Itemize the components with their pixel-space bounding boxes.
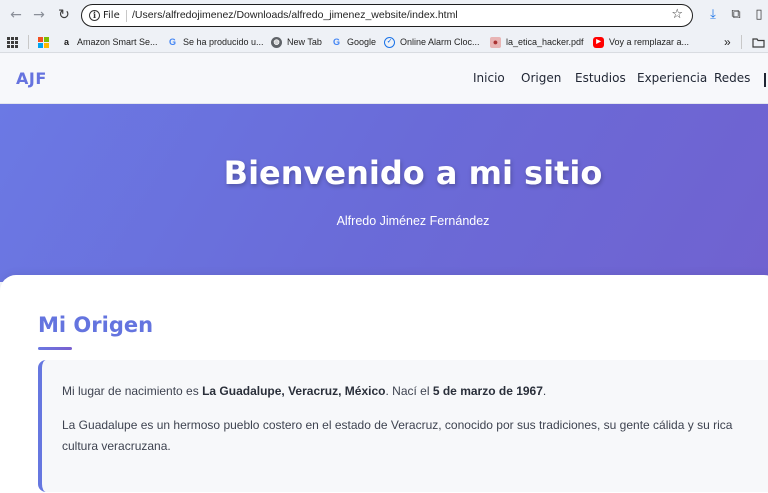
hero-banner: Bienvenido a mi sitio Alfredo Jiménez Fe… (0, 104, 768, 282)
bookmark-divider (28, 35, 29, 49)
forward-arrow-icon[interactable]: → (30, 6, 48, 24)
address-bar[interactable]: i File /Users/alfredojimenez/Downloads/a… (81, 4, 693, 27)
origen-paragraph-2: La Guadalupe es un hermoso pueblo coster… (62, 415, 732, 457)
bookmark-star-icon[interactable]: ☆ (671, 7, 683, 23)
reload-icon[interactable]: ↻ (55, 6, 73, 24)
nav-estudios[interactable]: Estudios (575, 71, 626, 85)
bookmark-label: Voy a remplazar a... (609, 37, 690, 47)
bookmark-divider (741, 35, 742, 49)
section-title: Mi Origen (38, 313, 154, 337)
bookmark-label: Amazon Smart Se... (77, 37, 158, 47)
bookmark-label: Se ha producido u... (183, 37, 264, 47)
origen-text-box: Mi lugar de nacimiento es La Guadalupe, … (38, 360, 768, 492)
bookmark-google[interactable]: G Google (331, 34, 376, 50)
alarm-clock-icon: ✓ (384, 36, 395, 48)
globe-icon: ◍ (271, 36, 282, 48)
youtube-icon: ▶ (593, 36, 604, 48)
bookmark-se-ha-producido[interactable]: G Se ha producido u... (167, 34, 264, 50)
bookmark-label: Google (347, 37, 377, 47)
url-text[interactable]: /Users/alfredojimenez/Downloads/alfredo_… (132, 8, 458, 23)
site-logo[interactable]: AJF (16, 69, 47, 88)
birthplace: La Guadalupe, Veracruz, México (202, 384, 386, 398)
bookmark-online-alarm[interactable]: ✓ Online Alarm Cloc... (384, 34, 480, 50)
nav-inicio[interactable]: Inicio (473, 71, 505, 85)
bookmarks-bar: a Amazon Smart Se... G Se ha producido u… (0, 31, 768, 53)
amazon-icon: a (63, 36, 69, 47)
hero-title: Bienvenido a mi sitio (223, 154, 603, 192)
address-separator (126, 10, 127, 22)
back-arrow-icon[interactable]: ← (7, 6, 25, 24)
birth-date: 5 de marzo de 1967 (432, 384, 543, 398)
bookmark-label: la_etica_hacker.pdf (506, 37, 584, 47)
microsoft-icon[interactable] (38, 34, 49, 50)
site-info-icon[interactable]: i (89, 10, 100, 21)
google-icon: G (332, 36, 340, 47)
site-header: AJF Inicio Origen Estudios Experiencia R… (0, 54, 768, 104)
bookmark-amazon[interactable]: a Amazon Smart Se... (61, 34, 158, 50)
origen-section: Mi Origen Mi lugar de nacimiento es La G… (0, 275, 768, 493)
hero-subtitle: Alfredo Jiménez Fernández (336, 214, 490, 228)
bookmark-etica-hacker[interactable]: ● la_etica_hacker.pdf (490, 34, 584, 50)
section-underline (38, 347, 72, 350)
nav-experiencia[interactable]: Experiencia (637, 71, 707, 85)
bookmark-label: Online Alarm Cloc... (400, 37, 480, 47)
nav-origen[interactable]: Origen (521, 71, 561, 85)
bookmark-label: New Tab (287, 37, 322, 47)
sidepanel-icon[interactable]: ▯ (750, 6, 768, 24)
file-scheme-label: File (103, 10, 120, 21)
bookmark-voy-a-remplazar[interactable]: ▶ Voy a remplazar a... (593, 34, 689, 50)
more-bookmarks-icon[interactable]: » (724, 34, 731, 50)
p2-line-2: cultura veracruzana. (62, 439, 171, 453)
bookmark-new-tab[interactable]: ◍ New Tab (271, 34, 322, 50)
p2-line-1: La Guadalupe es un hermoso pueblo coster… (62, 418, 733, 432)
origen-paragraph-1: Mi lugar de nacimiento es La Guadalupe, … (62, 381, 546, 402)
google-icon: G (168, 36, 176, 47)
extensions-icon[interactable]: ⧉ (727, 6, 745, 24)
folder-icon[interactable] (752, 34, 765, 50)
nav-redes[interactable]: Redes (714, 71, 750, 85)
p1-pre-text: Mi lugar de nacimiento es (62, 384, 203, 398)
p1-end-text: . (542, 384, 547, 398)
download-icon[interactable]: ⤓ (704, 6, 722, 24)
apps-grid-icon[interactable] (7, 34, 18, 50)
browser-toolbar: ← → ↻ i File /Users/alfredojimenez/Downl… (0, 0, 768, 31)
pdf-icon: ● (490, 36, 501, 48)
p1-mid-text: . Nací el (385, 384, 433, 398)
nav-overflow-edge (764, 73, 766, 87)
